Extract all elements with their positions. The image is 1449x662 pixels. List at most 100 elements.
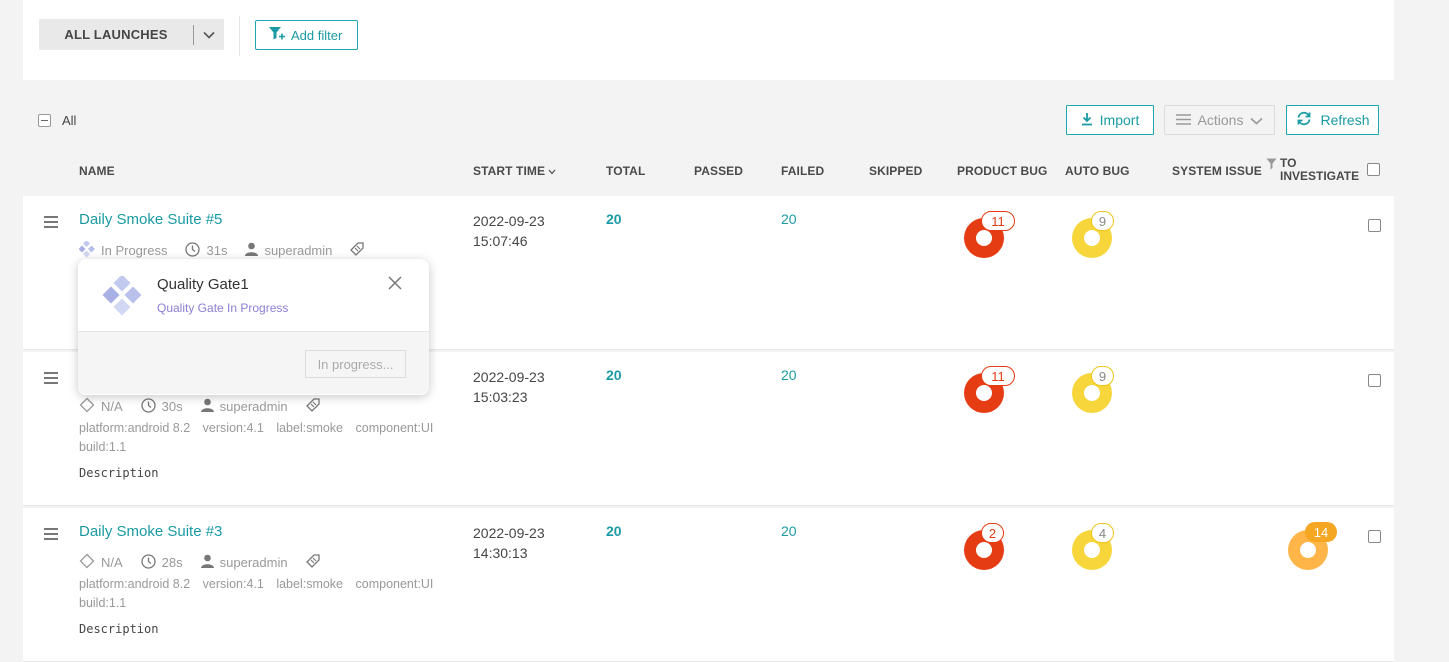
start-time: 2022-09-23 15:07:46 [473,211,545,251]
actions-label: Actions [1197,112,1244,128]
duration-text: 31s [206,243,228,258]
launch-name-link[interactable]: Daily Smoke Suite #5 [79,211,222,228]
duration-text: 28s [161,555,183,570]
column-header-skipped[interactable]: SKIPPED [869,164,922,178]
column-header-passed[interactable]: PASSED [694,164,743,178]
launches-dropdown-label: ALL LAUNCHES [64,27,168,42]
column-header-failed[interactable]: FAILED [781,164,824,178]
user-icon [200,554,214,571]
import-label: Import [1099,112,1140,128]
to-investigate-count[interactable]: 14 [1305,522,1337,542]
start-clock-time: 14:30:13 [473,545,528,561]
status-text: N/A [101,399,123,414]
filter-icon [1266,157,1277,183]
sort-desc-icon [548,164,556,178]
quality-gate-popup-footer: In progress... [78,332,429,394]
total-count[interactable]: 20 [606,523,622,539]
attribute-tag[interactable]: version:4.1 [203,421,264,435]
header-checkbox[interactable] [1367,163,1380,176]
select-all-label: All [62,113,77,128]
column-header-auto-bug[interactable]: AUTO BUG [1065,164,1130,178]
table-row[interactable]: Daily Smoke Suite #3 N/A 28s superadmin [23,508,1394,662]
launch-meta: In Progress 31s superadmin [78,239,382,260]
auto-bug-count[interactable]: 9 [1091,211,1114,231]
status-text: In Progress [101,243,168,258]
column-header-start-time[interactable]: START TIME [473,164,556,178]
start-date: 2022-09-23 [473,525,545,541]
user-icon [245,242,259,259]
attributes-item[interactable] [350,242,365,259]
attribute-tag[interactable]: version:4.1 [203,577,264,591]
refresh-label: Refresh [1320,112,1370,128]
attribute-tag[interactable]: platform:android 8.2 [79,577,190,591]
column-header-product-bug[interactable]: PRODUCT BUG [957,164,1047,178]
status-item: N/A [79,553,123,572]
attribute-tag[interactable]: platform:android 8.2 [79,421,190,435]
select-all[interactable]: All [38,113,76,128]
filter-bar: ALL LAUNCHES Add filter [23,0,1394,80]
total-count[interactable]: 20 [606,367,622,383]
column-header-name[interactable]: NAME [79,164,115,178]
quality-gate-subtitle: Quality Gate In Progress [157,301,289,315]
row-checkbox[interactable] [1368,530,1381,543]
attribute-tag[interactable]: component:UI [356,421,434,435]
close-icon[interactable] [388,276,402,295]
product-bug-count[interactable]: 11 [981,211,1015,231]
start-clock-time: 15:03:23 [473,389,528,405]
attribute-tag[interactable]: build:1.1 [79,596,126,610]
column-header-to-investigate[interactable]: TO INVESTIGATE [1266,157,1359,183]
start-date: 2022-09-23 [473,213,545,229]
import-button[interactable]: Import [1066,105,1154,135]
product-bug-count[interactable]: 11 [981,366,1015,386]
quality-gate-title: Quality Gate1 [157,276,249,293]
product-bug-count[interactable]: 2 [981,523,1004,543]
attribute-tag[interactable]: label:smoke [276,577,343,591]
launch-meta: N/A 30s superadmin [79,397,338,416]
chevron-down-icon[interactable] [194,31,224,39]
attribute-list: platform:android 8.2 version:4.1 label:s… [79,575,449,613]
download-icon [1081,112,1093,129]
in-progress-button[interactable]: In progress... [305,350,406,378]
actions-dropdown[interactable]: Actions [1164,105,1275,135]
attribute-tag[interactable]: build:1.1 [79,440,126,454]
attribute-tag[interactable]: component:UI [356,577,434,591]
hamburger-menu-icon[interactable] [44,216,58,231]
attribute-tag[interactable]: label:smoke [276,421,343,435]
attributes-item[interactable] [305,398,320,415]
failed-count[interactable]: 20 [781,211,797,227]
failed-count[interactable]: 20 [781,523,797,539]
owner-item: superadmin [245,242,332,259]
refresh-button[interactable]: Refresh [1286,105,1379,135]
owner-text: superadmin [264,243,333,258]
row-checkbox[interactable] [1368,219,1381,232]
add-filter-button[interactable]: Add filter [255,20,358,50]
status-text: N/A [101,555,123,570]
total-count[interactable]: 20 [606,211,622,227]
quality-gate-icon[interactable] [78,239,96,260]
tag-icon [305,398,320,415]
failed-count[interactable]: 20 [781,367,797,383]
owner-text: superadmin [219,399,288,414]
quality-gate-icon [101,274,143,321]
select-all-checkbox[interactable] [38,114,51,127]
column-header-system-issue[interactable]: SYSTEM ISSUE [1172,164,1262,178]
hamburger-menu-icon[interactable] [44,528,58,543]
tag-icon [350,242,365,259]
attributes-item[interactable] [305,554,320,571]
duration-text: 30s [161,399,183,414]
attribute-list: platform:android 8.2 version:4.1 label:s… [79,419,449,457]
quality-gate-popup: Quality Gate1 Quality Gate In Progress I… [78,259,429,395]
owner-item: superadmin [200,554,288,571]
duration-item: 30s [141,397,183,416]
refresh-icon [1295,111,1313,129]
tag-icon [305,554,320,571]
start-date: 2022-09-23 [473,369,545,385]
auto-bug-count[interactable]: 4 [1091,523,1114,543]
launch-name-link[interactable]: Daily Smoke Suite #3 [79,523,222,540]
column-header-total[interactable]: TOTAL [606,164,645,178]
row-checkbox[interactable] [1368,374,1381,387]
start-time: 2022-09-23 14:30:13 [473,523,545,563]
auto-bug-count[interactable]: 9 [1091,366,1114,386]
hamburger-menu-icon[interactable] [44,372,58,387]
launches-dropdown[interactable]: ALL LAUNCHES [39,19,224,50]
